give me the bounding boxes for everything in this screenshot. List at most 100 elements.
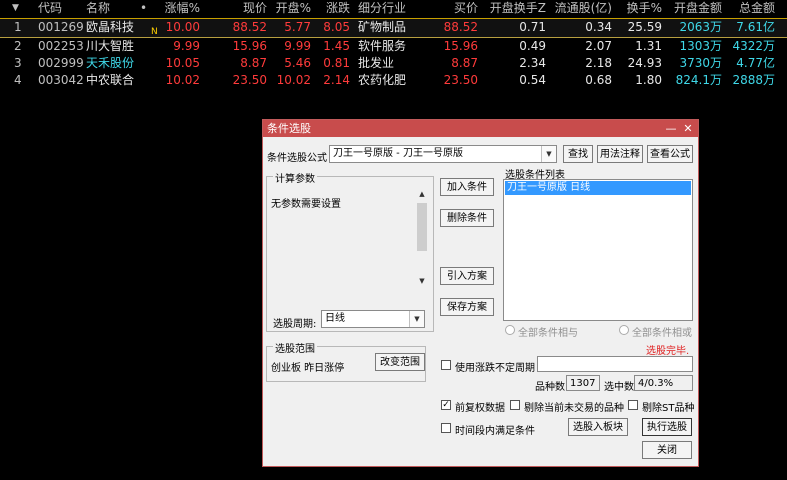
row-bid: 23.50 bbox=[443, 73, 478, 87]
col-industry[interactable]: 细分行业 bbox=[358, 0, 422, 17]
range-text: 创业板 昨日涨停 bbox=[271, 363, 345, 374]
count-label: 品种数 bbox=[535, 382, 565, 393]
import-scheme-button[interactable]: 引入方案 bbox=[440, 267, 494, 285]
row-industry: 农药化肥 bbox=[358, 73, 407, 87]
row-price: 15.96 bbox=[232, 39, 267, 53]
minimize-icon[interactable]: — bbox=[664, 120, 678, 137]
row-open-pct: 5.77 bbox=[284, 20, 311, 34]
row-open-turnover: 0.49 bbox=[519, 39, 546, 53]
chevron-down-icon[interactable]: ▼ bbox=[409, 311, 424, 327]
row-industry: 批发业 bbox=[358, 56, 395, 70]
row-industry: 软件服务 bbox=[358, 39, 407, 53]
col-open-turnover[interactable]: 开盘换手Z bbox=[488, 0, 546, 17]
scroll-down-icon[interactable]: ▼ bbox=[417, 277, 427, 285]
radio-and[interactable] bbox=[505, 325, 515, 335]
row-index: 3 bbox=[14, 56, 22, 70]
row-open-amount: 3730万 bbox=[679, 56, 722, 70]
row-total-amount: 4322万 bbox=[732, 39, 775, 53]
exclude-st-checkbox[interactable] bbox=[628, 400, 638, 410]
add-to-block-button[interactable]: 选股入板块 bbox=[568, 418, 628, 436]
close-button[interactable]: 关闭 bbox=[642, 441, 692, 459]
scroll-thumb[interactable] bbox=[417, 203, 427, 251]
prev-rights-label: 前复权数据 bbox=[455, 403, 505, 414]
add-condition-button[interactable]: 加入条件 bbox=[440, 178, 494, 196]
col-float-shares[interactable]: 流通股(亿) bbox=[554, 0, 612, 17]
row-pct: 9.99 bbox=[173, 39, 200, 53]
unfixed-period-input[interactable] bbox=[537, 356, 693, 372]
condition-selection-dialog: 条件选股 — ✕ 条件选股公式 刀王一号原版 - 刀王一号原版 ▼ 查找 用法注… bbox=[262, 119, 699, 467]
params-scrollbar[interactable]: ▲ ▼ bbox=[416, 187, 428, 287]
row-pct: 10.02 bbox=[165, 73, 200, 87]
col-price[interactable]: 现价 bbox=[214, 0, 267, 17]
condition-list[interactable]: 刀王一号原版 日线 bbox=[503, 179, 693, 321]
range-group-title: 选股范围 bbox=[273, 340, 317, 355]
exclude-untraded-checkbox[interactable] bbox=[510, 400, 520, 410]
row-price: 8.87 bbox=[240, 56, 267, 70]
row-turnover: 24.93 bbox=[627, 56, 662, 70]
scroll-up-icon[interactable]: ▲ bbox=[417, 190, 427, 198]
params-text: 无参数需要设置 bbox=[271, 199, 341, 210]
row-turnover: 25.59 bbox=[627, 20, 662, 34]
row-name: 中农联合 bbox=[86, 73, 135, 87]
col-open-amount[interactable]: 开盘金额 bbox=[667, 0, 722, 17]
row-code: 002253 bbox=[38, 39, 84, 53]
row-open-turnover: 2.34 bbox=[519, 56, 546, 70]
run-selection-button[interactable]: 执行选股 bbox=[642, 418, 692, 436]
row-change: 0.81 bbox=[323, 56, 350, 70]
radio-and-label: 全部条件相与 bbox=[518, 328, 578, 339]
col-total-amount[interactable]: 总金额 bbox=[729, 0, 775, 17]
selected-label: 选中数 bbox=[604, 382, 634, 393]
row-industry: 矿物制品 bbox=[358, 20, 407, 34]
count-value: 1307 bbox=[566, 375, 600, 391]
row-float-shares: 0.68 bbox=[585, 73, 612, 87]
formula-select[interactable]: 刀王一号原版 - 刀王一号原版 ▼ bbox=[329, 145, 557, 163]
row-bid: 8.87 bbox=[451, 56, 478, 70]
row-float-shares: 2.07 bbox=[585, 39, 612, 53]
table-row[interactable]: 4 003042 中农联合 10.02 23.50 10.02 2.14 农药化… bbox=[0, 72, 787, 91]
row-turnover: 1.80 bbox=[635, 73, 662, 87]
exclude-st-label: 剔除ST品种 bbox=[642, 403, 695, 414]
row-name: 天禾股份 bbox=[86, 56, 135, 70]
save-scheme-button[interactable]: 保存方案 bbox=[440, 298, 494, 316]
col-name[interactable]: 名称 bbox=[86, 0, 144, 17]
row-open-pct: 10.02 bbox=[276, 73, 311, 87]
row-total-amount: 7.61亿 bbox=[736, 20, 775, 34]
col-pct[interactable]: 涨幅% bbox=[160, 0, 200, 17]
row-total-amount: 2888万 bbox=[732, 73, 775, 87]
sort-down-icon[interactable]: ▼ bbox=[12, 0, 22, 17]
chevron-down-icon[interactable]: ▼ bbox=[541, 146, 556, 162]
radio-or[interactable] bbox=[619, 325, 629, 335]
formula-label: 条件选股公式 bbox=[267, 153, 327, 164]
period-label: 选股周期: bbox=[273, 319, 317, 330]
time-condition-checkbox[interactable] bbox=[441, 423, 451, 433]
close-icon[interactable]: ✕ bbox=[681, 120, 695, 137]
row-change: 2.14 bbox=[323, 73, 350, 87]
row-pct: 10.05 bbox=[165, 56, 200, 70]
row-bid: 88.52 bbox=[443, 20, 478, 34]
prev-rights-checkbox[interactable]: ✓ bbox=[441, 400, 451, 410]
table-header: ▼ 代码 名称 • 涨幅% 现价 开盘% 涨跌 细分行业 买价 开盘换手Z 流通… bbox=[0, 0, 787, 19]
params-group: 计算参数 无参数需要设置 ▲ ▼ 选股周期: 日线 ▼ bbox=[266, 170, 434, 332]
usage-notes-button[interactable]: 用法注释 bbox=[597, 145, 643, 163]
status-text: 选股完毕. bbox=[646, 346, 690, 357]
col-code[interactable]: 代码 bbox=[38, 0, 78, 17]
row-total-amount: 4.77亿 bbox=[736, 56, 775, 70]
row-price: 88.52 bbox=[232, 20, 267, 34]
delete-condition-button[interactable]: 删除条件 bbox=[440, 209, 494, 227]
col-turnover[interactable]: 换手% bbox=[620, 0, 662, 17]
col-open-pct[interactable]: 开盘% bbox=[270, 0, 311, 17]
row-change: 1.45 bbox=[323, 39, 350, 53]
condition-list-item[interactable]: 刀王一号原版 日线 bbox=[505, 181, 691, 195]
period-select[interactable]: 日线 ▼ bbox=[321, 310, 425, 328]
exclude-untraded-label: 剔除当前未交易的品种 bbox=[524, 403, 624, 414]
find-button[interactable]: 查找 bbox=[563, 145, 593, 163]
use-unfixed-period-checkbox[interactable] bbox=[441, 360, 451, 370]
view-formula-button[interactable]: 查看公式 bbox=[647, 145, 693, 163]
row-code: 001269 bbox=[38, 20, 84, 34]
col-bid[interactable]: 买价 bbox=[436, 0, 478, 17]
row-name: 川大智胜 bbox=[86, 39, 135, 53]
col-change[interactable]: 涨跌 bbox=[318, 0, 350, 17]
change-range-button[interactable]: 改变范围 bbox=[375, 353, 425, 371]
dialog-title-bar[interactable]: 条件选股 — ✕ bbox=[263, 120, 698, 137]
table-row[interactable]: 1 001269 欧晶科技 N 10.00 88.52 5.77 8.05 矿物… bbox=[0, 19, 787, 38]
